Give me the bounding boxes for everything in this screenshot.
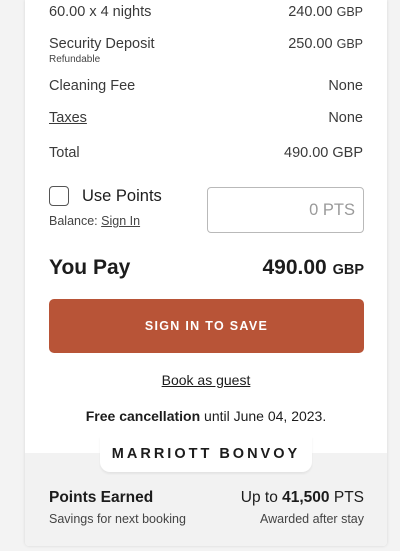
charge-amount: None	[328, 110, 363, 126]
points-earned-subtitle: Savings for next booking	[49, 512, 186, 526]
charge-label: Cleaning Fee	[49, 78, 136, 94]
charge-amount: 250.00 GBP	[288, 36, 363, 52]
booking-summary-card: 60.00 x 4 nights 240.00 GBP Security Dep…	[25, 0, 387, 546]
charge-label-group: Security Deposit Refundable	[49, 36, 155, 65]
points-prefix: Up to	[240, 489, 283, 506]
sign-in-to-save-button[interactable]: SIGN IN TO SAVE	[49, 299, 364, 353]
charge-row-nights: 60.00 x 4 nights 240.00 GBP	[49, 4, 363, 20]
total-label: Total	[49, 145, 80, 161]
points-earned-note: Awarded after stay	[260, 512, 364, 526]
charge-row-total: Total 490.00 GBP	[49, 145, 363, 161]
cancellation-bold: Free cancellation	[85, 408, 201, 424]
points-balance: Balance: Sign In	[49, 214, 140, 228]
you-pay-amount: 490.00 GBP	[263, 256, 365, 280]
book-as-guest-label[interactable]: Book as guest	[162, 372, 251, 388]
charge-row-cleaning-fee: Cleaning Fee None	[49, 78, 363, 94]
charge-label: Security Deposit	[49, 36, 155, 52]
total-amount: 490.00 GBP	[284, 145, 363, 161]
charge-unit: GBP	[336, 37, 363, 51]
balance-sign-in-link[interactable]: Sign In	[101, 214, 140, 228]
charge-amount: None	[328, 78, 363, 94]
charge-label: 60.00 x 4 nights	[49, 4, 152, 20]
marriott-bonvoy-logo: MARRIOTT BONVOY	[100, 436, 312, 472]
points-earned-title: Points Earned	[49, 489, 154, 506]
cancellation-policy: Free cancellation until June 04, 2023.	[25, 408, 387, 424]
charge-amount-value: 250.00	[288, 36, 333, 52]
balance-label: Balance:	[49, 214, 98, 228]
you-pay-unit: GBP	[332, 262, 364, 278]
use-points-label[interactable]: Use Points	[82, 187, 162, 206]
charge-row-taxes: Taxes None	[49, 110, 363, 126]
points-unit: PTS	[329, 489, 364, 506]
book-as-guest-link[interactable]: Book as guest	[25, 372, 387, 388]
use-points-checkbox[interactable]	[49, 186, 69, 206]
cancellation-rest: until June 04, 2023.	[200, 408, 327, 424]
charge-amount: 240.00 GBP	[288, 4, 363, 20]
charge-unit: GBP	[336, 5, 363, 19]
points-earned-amount: Up to 41,500 PTS	[241, 489, 364, 507]
you-pay-label: You Pay	[49, 256, 131, 279]
charge-row-security-deposit: Security Deposit Refundable 250.00 GBP	[49, 36, 363, 65]
taxes-link[interactable]: Taxes	[49, 110, 87, 126]
you-pay-value: 490.00	[262, 256, 327, 279]
points-input[interactable]	[207, 187, 364, 233]
points-value: 41,500	[282, 489, 330, 506]
charge-amount-value: 240.00	[288, 4, 333, 20]
charge-sublabel: Refundable	[49, 54, 101, 65]
